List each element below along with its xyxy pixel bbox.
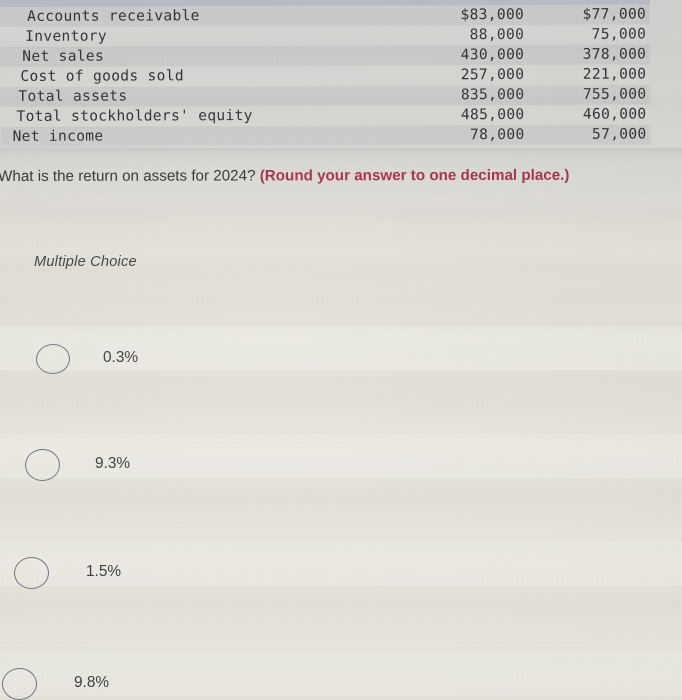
row-value-2025: 378,000 [528,44,651,65]
answer-option[interactable]: 9.8% [0,662,300,700]
row-value-2025: 57,000 [528,124,651,145]
row-label: Net income [0,125,407,147]
radio-button-icon[interactable] [1,667,38,700]
answer-option[interactable]: 1.5% [0,552,300,600]
row-label: Total assets [0,85,407,107]
row-value-2024: 257,000 [460,65,525,84]
answer-option[interactable]: 0.3% [0,338,300,386]
row-value-2024: 88,000 [469,25,525,44]
answer-type-label: Multiple Choice [34,254,137,270]
table-row: Total assets 835,000 755,000 [0,84,651,107]
table-row: Net income 78,000 57,000 [0,124,651,147]
row-label: Cost of goods sold [20,67,184,85]
answer-option-label: 1.5% [86,563,122,580]
row-value-2024: 485,000 [460,105,525,124]
answer-option-label: 0.3% [103,349,139,366]
row-value-2025: 221,000 [582,65,647,83]
radio-button-icon[interactable] [13,556,50,590]
row-value-2025: 75,000 [591,25,647,43]
row-label: Net sales [0,45,407,67]
row-value-2025: 755,000 [528,84,651,105]
row-value-2025: $77,000 [528,4,651,25]
exam-question-page: 2024 2025 Accounts receivable $83,000 $7… [0,0,682,700]
table-row: Cost of goods sold 257,000 221,000 [0,65,650,87]
answer-option-label: 9.8% [74,674,110,691]
radio-button-icon[interactable] [35,343,71,375]
table-bottom-edge [0,148,682,156]
radio-button-icon[interactable] [24,448,61,482]
question-rounding-hint: (Round your answer to one decimal place.… [259,166,570,185]
row-label: Inventory [25,27,107,45]
financial-data-table: 2024 2025 Accounts receivable $83,000 $7… [0,0,651,147]
row-value-2024: 430,000 [406,44,529,66]
answer-option-label: 9.3% [95,455,131,472]
row-value-2025: 460,000 [582,105,647,123]
row-label: Total stockholders' equity [16,107,253,125]
row-value-2024: $83,000 [406,4,529,26]
row-value-2024: 835,000 [406,84,529,106]
table-row: Inventory 88,000 75,000 [0,25,650,47]
table-row: Net sales 430,000 378,000 [0,44,651,67]
row-label: Accounts receivable [0,5,407,27]
question-text: What is the return on assets for 2024? [0,167,260,185]
table-row: Accounts receivable $83,000 $77,000 [0,4,651,27]
table-row: Total stockholders' equity 485,000 460,0… [0,105,650,127]
row-value-2024: 78,000 [406,124,529,146]
answer-option[interactable]: 9.3% [0,444,300,492]
question-prompt: What is the return on assets for 2024? (… [0,165,682,188]
